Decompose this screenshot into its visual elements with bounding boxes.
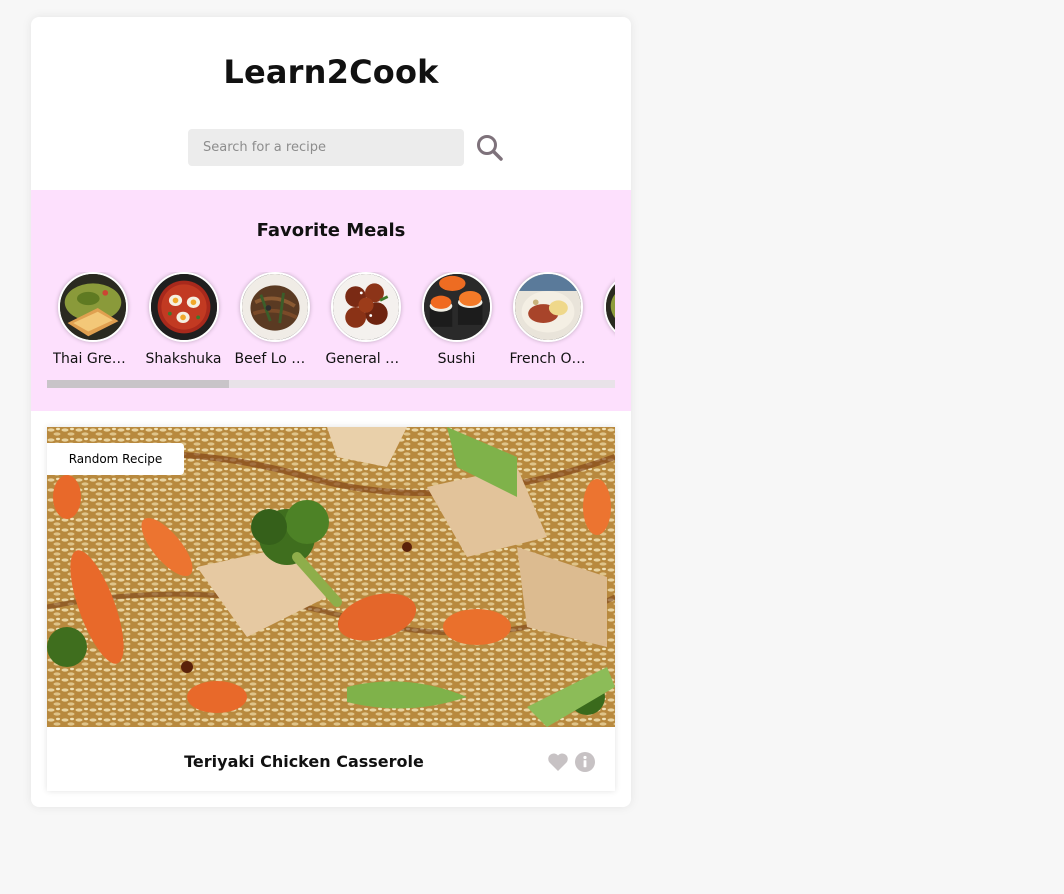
favorite-meal-item[interactable]: Thai Gree… [47, 272, 138, 367]
info-button[interactable] [575, 752, 595, 772]
favorites-scrollbar[interactable] [47, 380, 615, 388]
favorite-meal-label: Sushi [437, 351, 476, 367]
favorite-meals-section: Favorite Meals Thai Gree… Shakshuka Beef… [31, 190, 631, 411]
favorite-meal-item[interactable]: General T… [320, 272, 411, 367]
beef-lo-mein-thumbnail [239, 272, 310, 342]
favorite-meal-item[interactable]: Beef Lo M… [229, 272, 320, 367]
favorites-scrollbar-thumb[interactable] [47, 380, 229, 388]
favorite-meal-label: Beef Lo M… [234, 351, 315, 367]
header: Learn2Cook [31, 17, 631, 190]
search-button[interactable] [475, 133, 505, 163]
favorite-meal-label: Th [599, 351, 616, 367]
favorite-meal-item[interactable]: French O… [502, 272, 593, 367]
app-title: Learn2Cook [223, 53, 439, 91]
app-container: Learn2Cook Favorite Meals [31, 17, 631, 807]
random-recipe-card[interactable]: Random Recipe Teriyaki Chicken Casserole [47, 427, 615, 791]
favorite-meal-item[interactable]: Shakshuka [138, 272, 229, 367]
favorite-meal-label: Thai Gree… [52, 351, 133, 367]
general-tso-chicken-thumbnail [330, 272, 401, 342]
heart-icon [548, 753, 568, 771]
search-input[interactable] [188, 129, 464, 166]
favorite-button[interactable] [547, 752, 569, 772]
favorite-meal-label: General T… [325, 351, 406, 367]
shakshuka-thumbnail [148, 272, 219, 342]
favorite-meals-list[interactable]: Thai Gree… Shakshuka Beef Lo M… General … [47, 272, 615, 372]
thai-green-curry-thumbnail [57, 272, 128, 342]
recipe-footer: Teriyaki Chicken Casserole [47, 727, 615, 791]
recipe-title: Teriyaki Chicken Casserole [184, 752, 424, 771]
favorite-meal-label: Shakshuka [145, 351, 222, 367]
favorite-meal-label: French O… [509, 351, 586, 367]
sushi-thumbnail [421, 272, 492, 342]
search-icon [477, 135, 503, 161]
favorite-meal-item[interactable]: Sushi [411, 272, 502, 367]
favorite-meal-item[interactable]: Th [593, 272, 615, 367]
info-icon [575, 752, 595, 772]
french-omelette-thumbnail [512, 272, 583, 342]
thai-dish-thumbnail [603, 272, 615, 342]
random-recipe-badge: Random Recipe [47, 443, 184, 475]
favorite-meals-heading: Favorite Meals [256, 220, 406, 241]
